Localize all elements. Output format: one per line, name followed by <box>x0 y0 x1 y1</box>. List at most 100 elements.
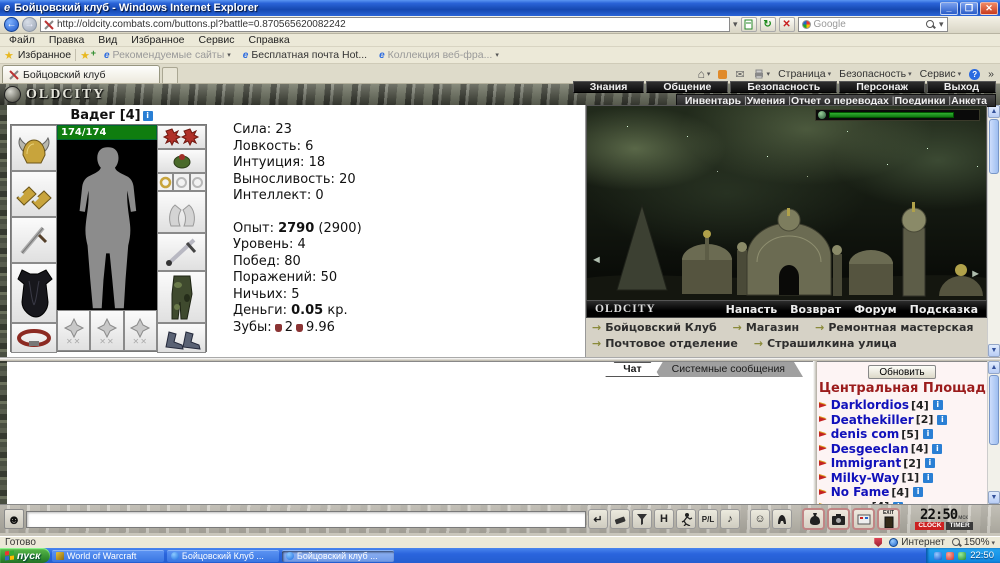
taskbar-item-club1[interactable]: Бойцовский Клуб ... <box>167 550 279 562</box>
tray-icon-blue[interactable] <box>934 552 942 560</box>
player-name[interactable]: Immigrant <box>831 456 901 470</box>
stop-button[interactable]: ✕ <box>779 17 795 32</box>
attack-icon[interactable]: ► <box>819 472 827 483</box>
nav-button[interactable]: Безопасность <box>730 81 837 93</box>
address-input[interactable]: http://oldcity.combats.com/buttons.pl?ba… <box>40 17 730 32</box>
refresh-button[interactable]: ↻ <box>760 17 776 32</box>
menu-item[interactable]: Избранное <box>124 34 191 46</box>
char-info-icon[interactable]: i <box>143 111 153 121</box>
city-link[interactable]: →Магазин <box>733 320 799 336</box>
menu-item[interactable]: Вид <box>91 34 124 46</box>
menu-item[interactable]: Сервис <box>192 34 242 46</box>
eraser-button[interactable] <box>610 509 630 529</box>
nav-button[interactable]: Знания <box>573 81 645 93</box>
home-button[interactable]: ⌂▾ <box>698 67 711 81</box>
help-icon[interactable]: ? <box>969 69 980 80</box>
ring-slot[interactable] <box>157 173 173 191</box>
bracers-slot[interactable] <box>11 171 57 217</box>
gloves-slot[interactable] <box>157 191 206 233</box>
new-tab-button[interactable] <box>162 67 178 83</box>
favorite-item-suggested[interactable]: e Рекомендуемые сайты ▾ <box>100 49 235 61</box>
money-button[interactable] <box>802 508 825 530</box>
restore-button[interactable]: ❐ <box>960 2 978 15</box>
send-button[interactable]: ↵ <box>588 509 608 529</box>
player-name[interactable]: denis com <box>831 427 900 441</box>
player-info-icon[interactable]: i <box>937 415 947 425</box>
menu-item[interactable]: Файл <box>2 34 42 46</box>
player-info-icon[interactable]: i <box>913 487 923 497</box>
close-button[interactable]: ✕ <box>980 2 998 15</box>
player-info-icon[interactable]: i <box>923 429 933 439</box>
scroll-thumb[interactable] <box>989 375 999 445</box>
weapon-extra-slot[interactable]: ✕✕ <box>57 310 90 351</box>
boots-slot[interactable] <box>157 323 206 353</box>
zoom-control[interactable]: 150% ▾ <box>952 537 995 548</box>
minimize-button[interactable]: _ <box>940 2 958 15</box>
player-name[interactable]: Milky-Way <box>831 471 900 485</box>
tray-icon-green[interactable] <box>958 552 966 560</box>
private-toggle-button[interactable]: P/L <box>698 509 718 529</box>
search-input[interactable]: Google ▾ <box>798 17 948 32</box>
fight-mode-button[interactable] <box>676 509 696 529</box>
sword-slot[interactable] <box>157 233 206 271</box>
back-button[interactable]: ← <box>4 17 19 32</box>
attack-icon[interactable]: ► <box>819 414 827 425</box>
player-info-icon[interactable]: i <box>923 473 933 483</box>
attack-icon[interactable]: ► <box>819 487 827 498</box>
clock-label[interactable]: CLOCK <box>915 522 944 530</box>
start-button[interactable]: пуск <box>0 548 50 563</box>
search-magnifier-icon[interactable] <box>926 20 936 30</box>
more-commands[interactable]: » <box>988 68 994 80</box>
player-info-icon[interactable]: i <box>932 444 942 454</box>
nav-button[interactable]: Выход <box>927 81 996 93</box>
address-dropdown[interactable]: ▾ <box>733 19 738 30</box>
city-bar-link[interactable]: Напасть <box>726 303 778 316</box>
scroll-up-icon[interactable]: ▲ <box>988 361 1000 374</box>
favorite-item-webslices[interactable]: e Коллекция веб-фра... ▾ <box>375 49 503 61</box>
forward-button[interactable]: → <box>22 17 37 32</box>
attack-icon[interactable]: ► <box>819 400 827 411</box>
nav-button[interactable]: Персонаж <box>839 81 925 93</box>
city-left-arrow[interactable]: ◄ <box>591 254 602 266</box>
city-link[interactable]: →Бойцовский Клуб <box>592 320 717 336</box>
player-name[interactable]: Darklordios <box>831 398 909 412</box>
print-button[interactable]: ▾ <box>753 69 771 79</box>
city-image[interactable]: ◄ ► <box>586 105 987 301</box>
city-right-arrow[interactable]: ► <box>970 268 981 280</box>
favorite-item-hotmail[interactable]: e Бесплатная почта Hot... <box>239 49 371 61</box>
tab-chat[interactable]: Чат <box>605 362 659 377</box>
player-name[interactable]: senza <box>831 500 870 504</box>
add-favorite-icon[interactable]: ★ <box>80 49 96 62</box>
city-bar-link[interactable]: Подсказка <box>910 303 978 316</box>
lower-scrollbar[interactable]: ▲ ▼ <box>987 361 1000 504</box>
attack-icon[interactable]: ► <box>819 429 827 440</box>
photo-button[interactable] <box>827 508 850 530</box>
medals-slot[interactable] <box>157 125 206 149</box>
taskbar-item-club2[interactable]: Бойцовский клуб ... <box>282 550 394 562</box>
tab-system-messages[interactable]: Системные сообщения <box>654 362 803 377</box>
rss-icon[interactable] <box>718 70 727 79</box>
taskbar-item-wow[interactable]: World of Warcraft <box>52 550 164 562</box>
necklace-slot[interactable] <box>11 323 57 353</box>
favorites-star-icon[interactable]: ★ <box>4 49 14 62</box>
attack-icon[interactable]: ► <box>819 501 827 504</box>
compatibility-button[interactable] <box>741 17 757 32</box>
page-menu[interactable]: Страница▾ <box>778 68 831 80</box>
knight-button[interactable] <box>772 509 792 529</box>
weapon-extra-slot[interactable]: ✕✕ <box>124 310 157 351</box>
safety-menu[interactable]: Безопасность▾ <box>839 68 912 80</box>
filter-button[interactable] <box>632 509 652 529</box>
pants-slot[interactable] <box>157 271 206 323</box>
scroll-thumb[interactable] <box>989 119 999 174</box>
upper-scrollbar[interactable]: ▲ ▼ <box>987 105 1000 357</box>
log-book-button[interactable]: H <box>654 509 674 529</box>
helmet-slot[interactable] <box>11 125 57 171</box>
player-name[interactable]: Deathekiller <box>831 413 914 427</box>
ring-slot[interactable] <box>173 173 189 191</box>
player-info-icon[interactable]: i <box>933 400 943 410</box>
search-dropdown[interactable]: ▾ <box>939 19 944 30</box>
dagger-slot[interactable] <box>11 217 57 263</box>
smiley-picker-button[interactable]: ☻ <box>4 509 24 529</box>
city-bar-link[interactable]: Возврат <box>790 303 841 316</box>
chat-input[interactable] <box>26 511 586 528</box>
